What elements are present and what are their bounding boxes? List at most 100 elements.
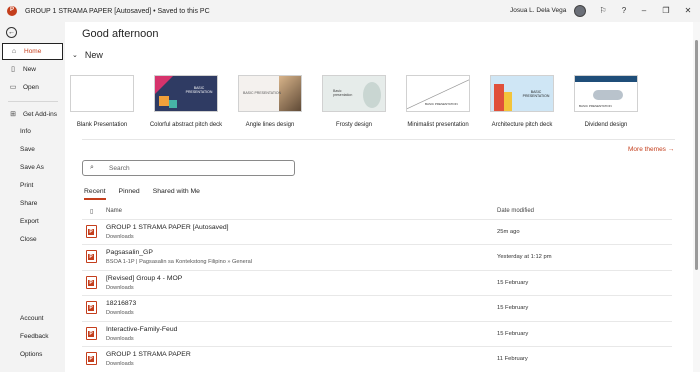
- pptx-file-icon: [86, 276, 97, 289]
- file-name: GROUP 1 STRAMA PAPER: [106, 351, 191, 358]
- more-themes-link[interactable]: More themes →: [628, 146, 674, 153]
- template-name: Dividend design: [584, 122, 628, 128]
- file-location: BSOA 1-1P | Pagsasalin sa Kontekstong Fi…: [106, 259, 252, 265]
- table-row[interactable]: [Revised] Group 4 - MOP Downloads 15 Feb…: [82, 270, 672, 294]
- home-icon: ⌂: [11, 47, 17, 55]
- template-name: Frosty design: [335, 122, 372, 128]
- template-name: Blank Presentation: [76, 122, 128, 128]
- new-heading: New: [84, 50, 103, 60]
- file-tabs: Recent Pinned Shared with Me: [84, 188, 213, 200]
- template-thumbnail: BASIC PRESENTATION: [238, 75, 302, 112]
- sidebar-item-label: New: [23, 66, 37, 73]
- sidebar-item-account[interactable]: Account: [20, 315, 44, 322]
- file-date: 15 February: [497, 280, 529, 286]
- table-row[interactable]: GROUP 1 STRAMA PAPER Downloads 11 Februa…: [82, 346, 672, 370]
- template-name: Colorful abstract pitch deck: [149, 122, 223, 128]
- sidebar-item-info[interactable]: Info: [20, 128, 31, 135]
- feedback-icon[interactable]: ⚐: [597, 5, 609, 17]
- table-row[interactable]: 18216873 Downloads 15 February: [82, 295, 672, 319]
- template-colorful-abstract[interactable]: BASIC PRESENTATION Colorful abstract pit…: [146, 75, 226, 128]
- page-title: Good afternoon: [82, 28, 159, 40]
- help-icon[interactable]: ?: [618, 5, 630, 17]
- new-section-toggle[interactable]: ⌄ New: [72, 50, 103, 60]
- file-type-header-icon: ▯: [90, 209, 94, 215]
- sidebar-item-export[interactable]: Export: [20, 218, 39, 225]
- thumbnail-text: BASIC PRESENTATION: [579, 104, 612, 108]
- sidebar-item-save-as[interactable]: Save As: [20, 164, 44, 171]
- chevron-down-icon: ⌄: [72, 52, 78, 59]
- thumbnail-text: BASIC PRESENTATION: [425, 102, 458, 106]
- sidebar-item-save[interactable]: Save: [20, 146, 35, 153]
- file-name: Pagsasalin_GP: [106, 249, 153, 256]
- tab-shared-with-me[interactable]: Shared with Me: [153, 188, 200, 200]
- template-thumbnail: BASIC PRESENTATION: [490, 75, 554, 112]
- file-date: Yesterday at 1:12 pm: [497, 254, 552, 260]
- avatar[interactable]: [574, 5, 586, 17]
- sidebar-item-feedback[interactable]: Feedback: [20, 333, 49, 340]
- search-input[interactable]: Search: [109, 165, 130, 172]
- table-row[interactable]: Pagsasalin_GP BSOA 1-1P | Pagsasalin sa …: [82, 244, 672, 268]
- new-doc-icon: ▯: [11, 65, 15, 73]
- sidebar-item-label: Open: [23, 84, 39, 91]
- template-frosty[interactable]: Basic presentation Frosty design: [314, 75, 394, 128]
- sidebar-item-share[interactable]: Share: [20, 200, 37, 207]
- main-content: Good afternoon ⌄ New Blank Presentation …: [65, 22, 693, 372]
- template-thumbnail: BASIC PRESENTATION: [574, 75, 638, 112]
- sidebar-item-print[interactable]: Print: [20, 182, 33, 189]
- thumbnail-text: Basic presentation: [333, 89, 353, 97]
- template-name: Angle lines design: [245, 122, 295, 128]
- pptx-file-icon: [86, 352, 97, 365]
- folder-open-icon: ▭: [9, 83, 17, 91]
- column-header-name[interactable]: Name: [106, 208, 122, 214]
- template-thumbnail: BASIC PRESENTATION: [406, 75, 470, 112]
- sidebar-item-label: Home: [24, 48, 42, 55]
- powerpoint-logo-icon: [7, 6, 17, 16]
- document-title: GROUP 1 STRAMA PAPER [Autosaved] • Saved…: [25, 7, 210, 15]
- template-thumbnail: Basic presentation: [322, 75, 386, 112]
- thumbnail-text: BASIC PRESENTATION: [243, 91, 282, 95]
- title-bar: GROUP 1 STRAMA PAPER [Autosaved] • Saved…: [0, 0, 700, 22]
- user-name[interactable]: Josua L. Dela Vega: [510, 7, 566, 14]
- sidebar-item-open[interactable]: ▭ Open: [2, 79, 63, 96]
- table-row[interactable]: Interactive-Family-Feud Downloads 15 Feb…: [82, 321, 672, 345]
- sidebar-item-get-add-ins[interactable]: ⊞ Get Add-ins: [2, 106, 63, 123]
- file-location: Downloads: [106, 361, 134, 367]
- column-header-date[interactable]: Date modified: [497, 208, 534, 214]
- search-box[interactable]: ⌕ Search: [82, 160, 295, 176]
- scrollbar-thumb[interactable]: [695, 40, 698, 270]
- table-row[interactable]: GROUP 1 STRAMA PAPER [Autosaved] Downloa…: [82, 219, 672, 243]
- sidebar-item-home[interactable]: ⌂ Home: [2, 43, 63, 60]
- template-blank-presentation[interactable]: Blank Presentation: [62, 75, 142, 128]
- pptx-file-icon: [86, 250, 97, 263]
- pptx-file-icon: [86, 301, 97, 314]
- back-arrow-icon[interactable]: ←: [6, 27, 17, 38]
- file-location: Downloads: [106, 285, 134, 291]
- thumbnail-text: BASIC PRESENTATION: [185, 86, 213, 94]
- file-date: 15 February: [497, 305, 529, 311]
- sidebar-item-options[interactable]: Options: [20, 351, 42, 358]
- file-location: Downloads: [106, 336, 134, 342]
- file-name: 18216873: [106, 300, 137, 307]
- sidebar: ← ⌂ Home ▯ New ▭ Open ⊞ Get Add-ins Info…: [0, 22, 65, 372]
- sidebar-item-close[interactable]: Close: [20, 236, 37, 243]
- file-date: 15 February: [497, 331, 529, 337]
- file-date: 25m ago: [497, 229, 520, 235]
- file-location: Downloads: [106, 234, 134, 240]
- pptx-file-icon: [86, 327, 97, 340]
- file-location: Downloads: [106, 310, 134, 316]
- sidebar-item-label: Get Add-ins: [23, 111, 57, 118]
- template-architecture[interactable]: BASIC PRESENTATION Architecture pitch de…: [482, 75, 562, 128]
- tab-recent[interactable]: Recent: [84, 188, 106, 200]
- pptx-file-icon: [86, 225, 97, 238]
- template-name: Minimalist presentation: [407, 122, 469, 128]
- minimize-icon[interactable]: –: [638, 5, 650, 17]
- close-window-icon[interactable]: ✕: [682, 5, 694, 17]
- file-date: 11 February: [497, 356, 528, 362]
- restore-icon[interactable]: ❐: [660, 5, 672, 17]
- template-minimalist[interactable]: BASIC PRESENTATION Minimalist presentati…: [398, 75, 478, 128]
- tab-pinned[interactable]: Pinned: [119, 188, 140, 200]
- template-dividend[interactable]: BASIC PRESENTATION Dividend design: [566, 75, 646, 128]
- sidebar-divider: [8, 101, 58, 102]
- sidebar-item-new[interactable]: ▯ New: [2, 61, 63, 78]
- template-angle-lines[interactable]: BASIC PRESENTATION Angle lines design: [230, 75, 310, 128]
